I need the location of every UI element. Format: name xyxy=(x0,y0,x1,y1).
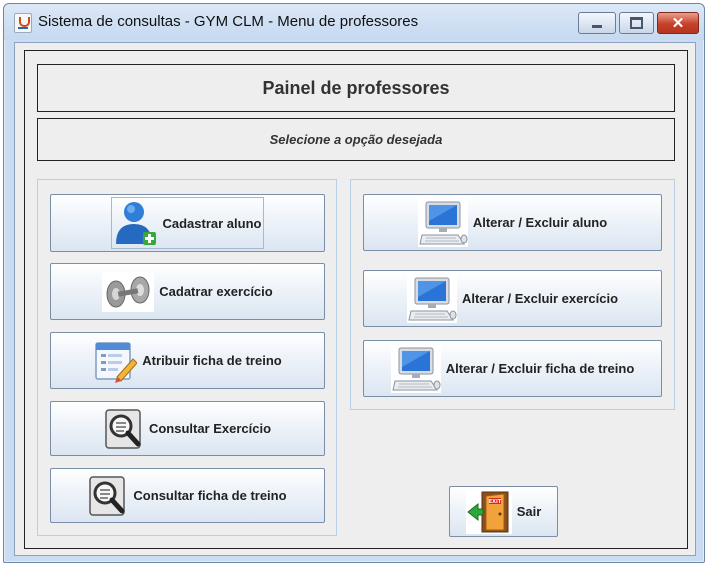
computer-icon xyxy=(406,274,457,323)
svg-text:EXIT: EXIT xyxy=(488,499,501,505)
magnifier-icon xyxy=(104,408,144,450)
button-label: Cadatrar exercício xyxy=(159,284,273,299)
java-app-icon xyxy=(14,13,32,33)
right-button-panel: Alterar / Excluir aluno Alterar / Exclui… xyxy=(350,179,675,410)
page-subtitle: Selecione a opção desejada xyxy=(269,132,443,147)
button-label: Alterar / Excluir aluno xyxy=(472,215,608,230)
button-label: Alterar / Excluir exercício xyxy=(461,291,619,306)
header-panel: Painel de professores xyxy=(37,64,675,112)
button-label: Atribuir ficha de treino xyxy=(142,353,282,368)
alterar-excluir-aluno-button[interactable]: Alterar / Excluir aluno xyxy=(363,194,662,251)
button-label: Consultar Exercício xyxy=(148,421,272,436)
button-label: Consultar ficha de treino xyxy=(133,488,287,503)
left-button-panel: Cadastrar aluno Cadatrar exercício Atrib… xyxy=(37,179,337,536)
edit-form-icon xyxy=(93,339,138,383)
computer-icon xyxy=(417,198,468,247)
minimize-button[interactable] xyxy=(578,12,616,34)
computer-icon xyxy=(390,344,441,393)
close-icon: ✕ xyxy=(671,15,685,32)
user-add-icon xyxy=(114,200,158,246)
cadastrar-exercicio-button[interactable]: Cadatrar exercício xyxy=(50,263,325,320)
button-label: Cadastrar aluno xyxy=(162,215,262,231)
subtitle-panel: Selecione a opção desejada xyxy=(37,118,675,161)
page-title: Painel de professores xyxy=(262,77,450,98)
maximize-button[interactable] xyxy=(619,12,654,34)
close-button[interactable]: ✕ xyxy=(657,12,699,34)
cadastrar-aluno-button[interactable]: Cadastrar aluno xyxy=(50,194,325,252)
consultar-ficha-button[interactable]: Consultar ficha de treino xyxy=(50,468,325,523)
magnifier-icon xyxy=(88,475,128,517)
dumbbell-icon xyxy=(102,271,155,312)
consultar-exercicio-button[interactable]: Consultar Exercício xyxy=(50,401,325,456)
alterar-excluir-ficha-button[interactable]: Alterar / Excluir ficha de treino xyxy=(363,340,662,397)
maximize-icon xyxy=(630,17,643,29)
sair-button[interactable]: EXIT Sair xyxy=(449,486,558,537)
title-bar[interactable]: Sistema de consultas - GYM CLM - Menu de… xyxy=(4,4,704,40)
exit-door-icon: EXIT xyxy=(465,489,512,534)
atribuir-ficha-button[interactable]: Atribuir ficha de treino xyxy=(50,332,325,389)
button-label: Sair xyxy=(516,504,542,519)
focus-ring: Cadastrar aluno xyxy=(110,197,265,249)
button-label: Alterar / Excluir ficha de treino xyxy=(445,361,635,376)
client-area: Painel de professores Selecione a opção … xyxy=(14,42,696,556)
app-window: Sistema de consultas - GYM CLM - Menu de… xyxy=(3,3,705,563)
alterar-excluir-exercicio-button[interactable]: Alterar / Excluir exercício xyxy=(363,270,662,327)
window-title: Sistema de consultas - GYM CLM - Menu de… xyxy=(38,13,419,30)
minimize-icon xyxy=(592,25,602,28)
